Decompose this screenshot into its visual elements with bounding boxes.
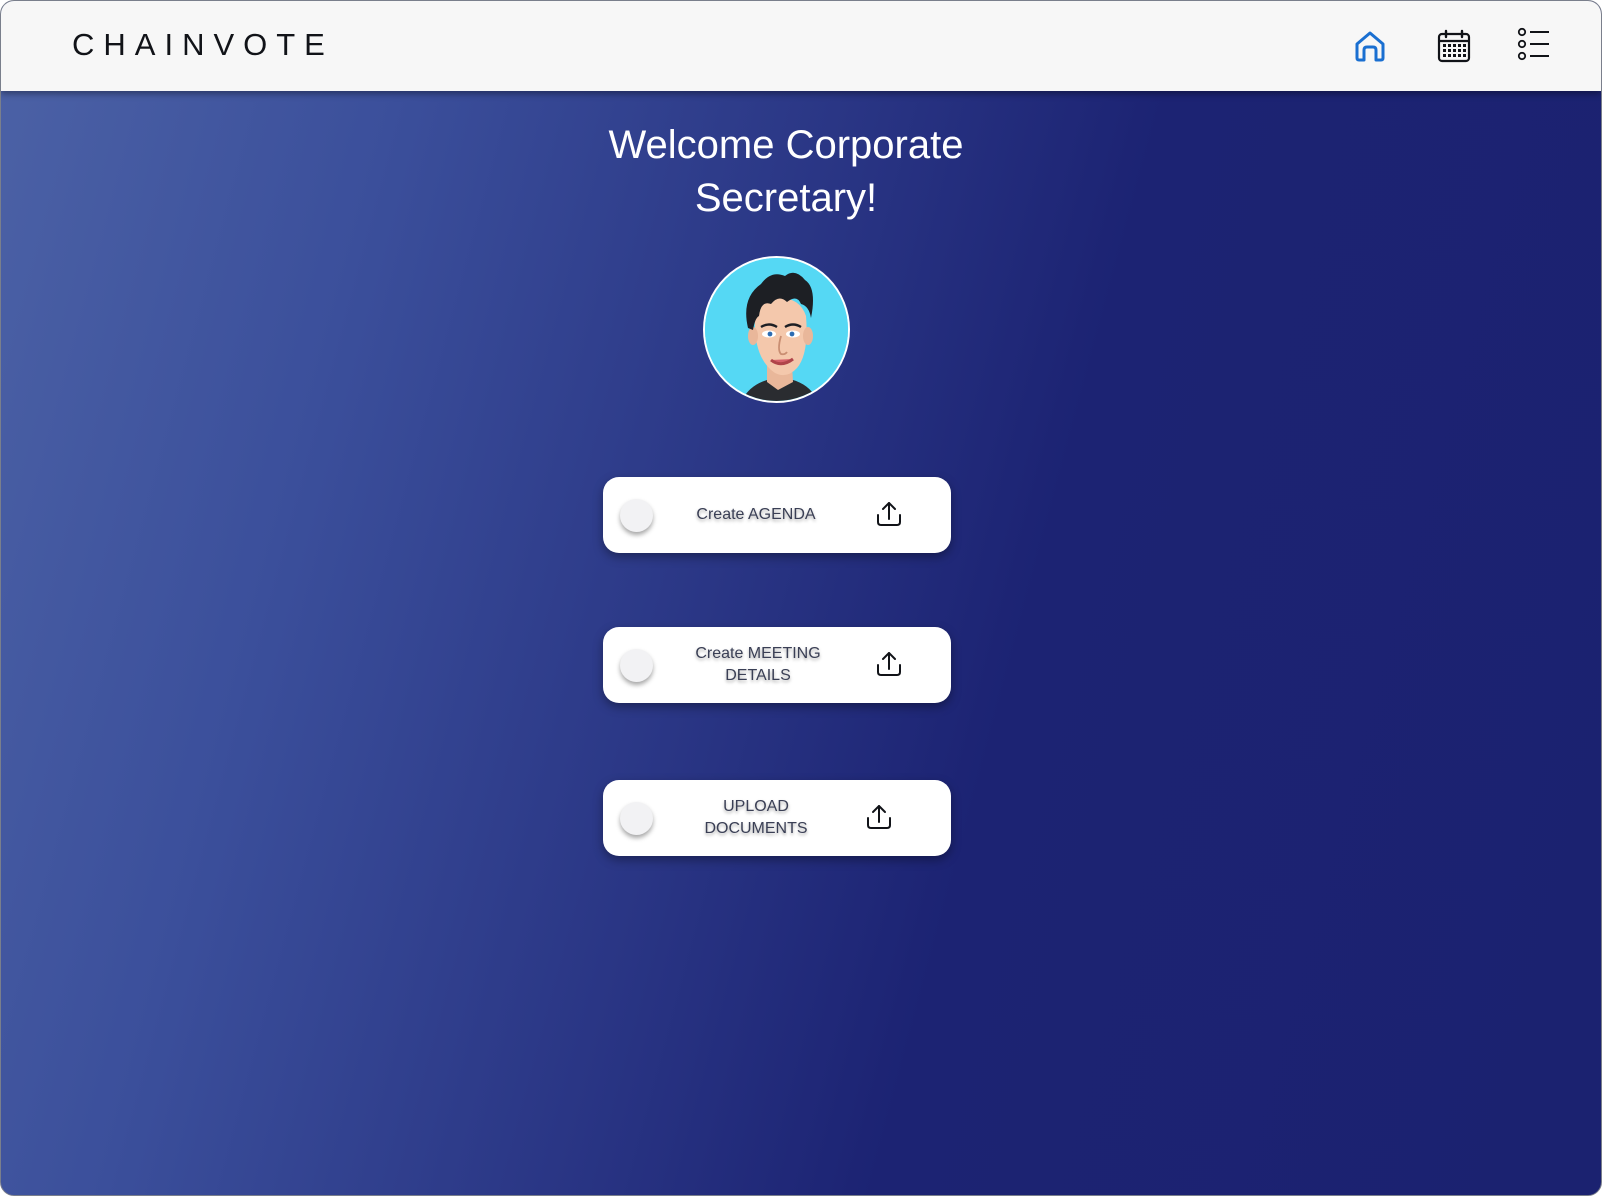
upload-icon[interactable] [874,499,904,529]
toggle-knob[interactable] [620,499,653,532]
upload-icon[interactable] [864,802,894,832]
create-agenda-button[interactable]: Create AGENDA [603,477,951,553]
toggle-knob[interactable] [620,802,653,835]
create-agenda-label: Create AGENDA [696,506,816,523]
create-meeting-details-button[interactable]: Create MEETING DETAILS [603,627,951,703]
toggle-knob[interactable] [620,649,653,682]
welcome-heading: Welcome Corporate Secretary! [1,119,1571,225]
app-window: CHAINVOTE Welcome Corporate Secretary! C… [0,0,1602,1196]
welcome-line-1: Welcome Corporate [608,123,964,167]
upload-icon[interactable] [874,649,904,679]
create-meeting-details-label: Create MEETING DETAILS [695,645,821,684]
brand-logo[interactable]: CHAINVOTE [72,27,334,63]
list-icon[interactable] [1514,24,1554,64]
upload-documents-label: UPLOAD DOCUMENTS [704,798,808,837]
calendar-icon[interactable] [1434,26,1474,66]
upload-documents-button[interactable]: UPLOAD DOCUMENTS [603,780,951,856]
home-icon[interactable] [1350,26,1390,66]
welcome-line-2: Secretary! [694,176,878,220]
top-navbar: CHAINVOTE [1,1,1601,91]
user-avatar [703,256,850,403]
